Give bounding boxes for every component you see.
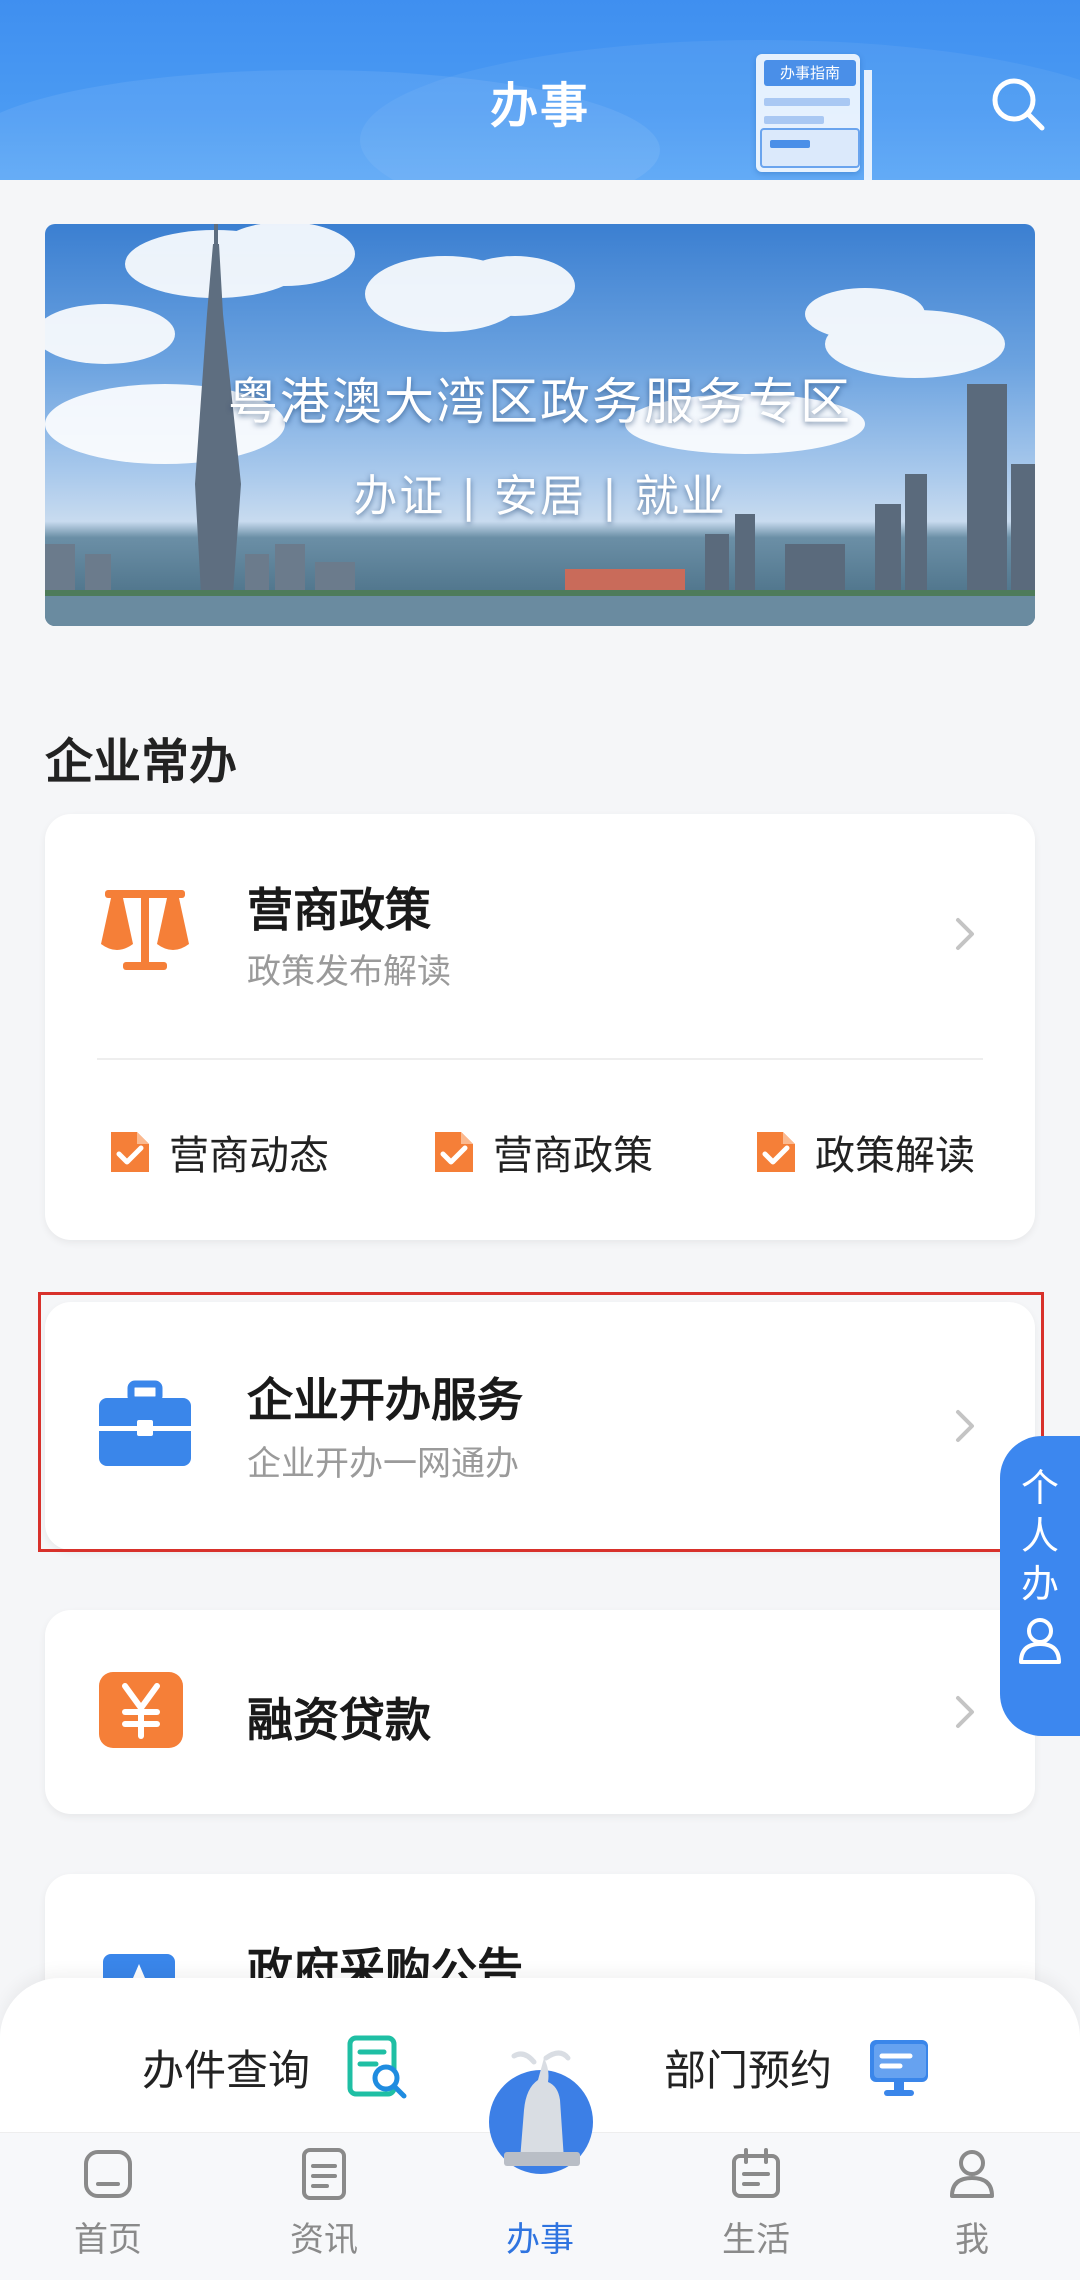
tab-label: 办事 bbox=[506, 2220, 574, 2260]
calendar-icon bbox=[732, 2148, 780, 2198]
quick-action-label: 部门预约 bbox=[664, 2045, 833, 2095]
tab-label: 生活 bbox=[722, 2220, 790, 2260]
app-header: 办事 办事指南 bbox=[0, 0, 1080, 180]
section-title: 企业常办 bbox=[45, 734, 238, 790]
link-label: 营商政策 bbox=[493, 1133, 653, 1179]
float-tab-char: 办 bbox=[1020, 1562, 1059, 1606]
float-tab-char: 人 bbox=[1020, 1514, 1059, 1558]
personal-services-tab[interactable]: 个 人 办 bbox=[1000, 1436, 1080, 1736]
document-search-icon bbox=[347, 2035, 407, 2099]
case-query-button[interactable]: 办件查询 bbox=[142, 2032, 410, 2102]
home-icon bbox=[84, 2150, 132, 2198]
float-tab-char: 个 bbox=[1020, 1466, 1059, 1510]
tab-label: 资讯 bbox=[290, 2220, 358, 2260]
tab-news[interactable]: 资讯 bbox=[254, 2146, 394, 2261]
quick-action-label: 办件查询 bbox=[142, 2045, 311, 2095]
banner-title: 粤港澳大湾区政务服务专区 bbox=[228, 373, 852, 431]
check-document-icon bbox=[435, 1132, 473, 1172]
greater-bay-area-banner[interactable]: 粤港澳大湾区政务服务专区 办证 | 安居 | 就业 bbox=[45, 224, 1035, 626]
user-icon bbox=[950, 2150, 994, 2198]
link-policy-interpretation[interactable]: 政策解读 bbox=[753, 1122, 975, 1182]
card-title[interactable]: 营商政策 bbox=[247, 874, 431, 940]
link-label: 政策解读 bbox=[815, 1133, 975, 1179]
scales-icon bbox=[97, 882, 193, 978]
link-business-policy[interactable]: 营商政策 bbox=[431, 1122, 653, 1182]
news-icon bbox=[302, 2148, 346, 2200]
monitor-icon bbox=[870, 2040, 929, 2096]
tab-label: 我 bbox=[955, 2220, 989, 2260]
highlight-annotation bbox=[38, 1292, 1044, 1552]
search-icon[interactable] bbox=[988, 74, 1048, 134]
banner-subtitle: 办证 | 安居 | 就业 bbox=[353, 471, 727, 522]
tab-label: 首页 bbox=[74, 2220, 142, 2260]
financing-loan-card[interactable]: 融资贷款 bbox=[45, 1610, 1035, 1814]
yen-icon bbox=[97, 1670, 193, 1766]
tab-home[interactable]: 首页 bbox=[38, 2146, 178, 2261]
check-document-icon bbox=[111, 1132, 149, 1172]
page-title: 办事 bbox=[489, 78, 590, 134]
link-business-news[interactable]: 营商动态 bbox=[107, 1122, 329, 1182]
card-subtitle: 政策发布解读 bbox=[247, 952, 451, 992]
business-policy-card: 营商政策 政策发布解读 营商动态 营商政策 政策解读 bbox=[45, 814, 1035, 1240]
card-title: 融资贷款 bbox=[247, 1693, 431, 1747]
check-document-icon bbox=[757, 1132, 795, 1172]
tab-life[interactable]: 生活 bbox=[686, 2146, 826, 2261]
chevron-right-icon[interactable] bbox=[950, 914, 980, 954]
guide-badge-label: 办事指南 bbox=[764, 60, 856, 86]
divider bbox=[97, 1058, 983, 1060]
tab-services[interactable]: 办事 bbox=[470, 2146, 610, 2261]
tab-me[interactable]: 我 bbox=[902, 2146, 1042, 2261]
link-label: 营商动态 bbox=[169, 1133, 329, 1179]
department-appointment-button[interactable]: 部门预约 bbox=[664, 2032, 932, 2102]
person-icon bbox=[1019, 1618, 1061, 1664]
service-guide-button[interactable]: 办事指南 bbox=[756, 54, 896, 180]
chevron-right-icon bbox=[950, 1692, 980, 1732]
